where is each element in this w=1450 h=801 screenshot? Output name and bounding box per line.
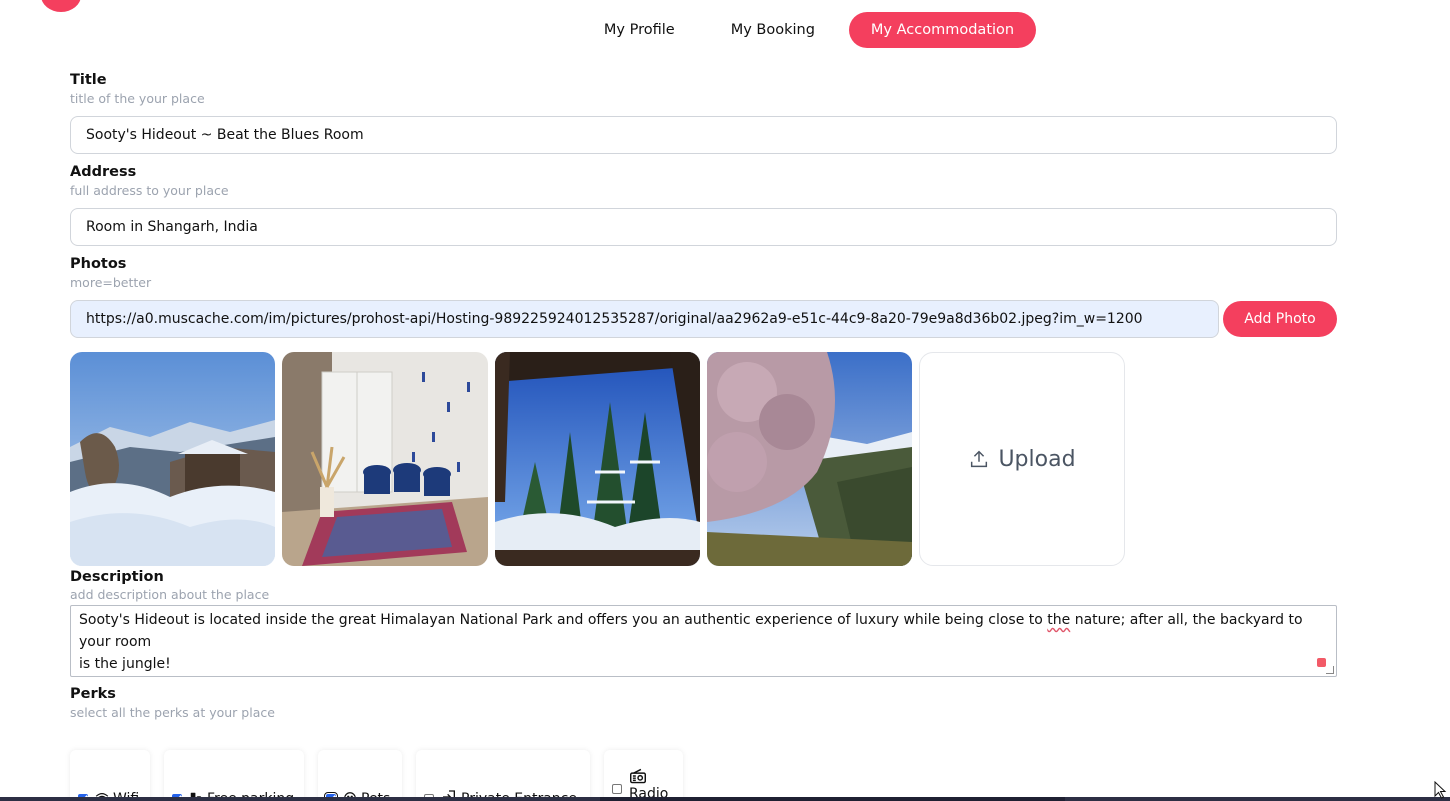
tab-my-accommodation[interactable]: My Accommodation [848,12,1037,48]
upload-photo-button[interactable]: Upload [919,352,1125,566]
perk-free-parking[interactable]: Free parking [164,750,304,801]
title-input[interactable]: Sooty's Hideout ~ Beat the Blues Room [70,116,1337,154]
photos-heading: Photos [70,256,127,272]
snowy-hut-photo [70,352,275,566]
description-hint: add description about the place [70,587,270,602]
tab-my-profile[interactable]: My Profile [582,12,697,48]
address-input[interactable]: Room in Shangarh, India [70,208,1337,246]
photo-link-input[interactable]: https://a0.muscache.com/im/pictures/proh… [70,300,1219,338]
address-heading: Address [70,164,137,180]
upload-label: Upload [998,446,1076,472]
scrollbar-thumb[interactable] [600,797,1065,801]
mouse-cursor-icon [1434,781,1447,799]
perk-pets[interactable]: Pets [318,750,402,801]
add-photo-button[interactable]: Add Photo [1223,301,1337,337]
description-heading: Description [70,569,164,585]
room-interior-photo [282,352,488,566]
description-text: Sooty's Hideout is located inside the gr… [79,612,1048,628]
grammar-check-icon[interactable] [1317,658,1326,667]
perk-private-entrance[interactable]: Private Entrance [416,750,590,801]
radio-icon [630,768,646,784]
horizontal-scrollbar[interactable] [0,797,1450,801]
spellcheck-word: the [1047,612,1071,628]
upload-icon [971,450,988,468]
address-hint: full address to your place [70,183,229,198]
photo-thumbnail[interactable] [495,352,700,566]
photo-thumbnail[interactable] [70,352,275,566]
perks-hint: select all the perks at your place [70,705,275,720]
brand-logo[interactable] [41,0,81,12]
photos-hint: more=better [70,275,152,290]
perk-radio[interactable]: Radio [604,750,683,801]
tab-my-booking[interactable]: My Booking [709,12,837,48]
title-heading: Title [70,72,107,88]
photo-thumbnail[interactable] [282,352,488,566]
account-nav: My Profile My Booking My Accommodation [0,12,1450,48]
description-text-line2: is the jungle! [79,656,171,672]
perks-list: Wifi Free parking Pets Private Entrance … [70,750,683,801]
description-textarea[interactable]: Sooty's Hideout is located inside the gr… [70,605,1337,677]
photo-thumbnail[interactable] [707,352,912,566]
perk-checkbox[interactable] [612,784,622,794]
title-hint: title of the your place [70,91,205,106]
blossom-valley-photo [707,352,912,566]
resize-handle[interactable] [1326,666,1334,674]
perks-heading: Perks [70,686,116,702]
perk-wifi[interactable]: Wifi [70,750,150,801]
snowy-pines-photo [495,352,700,566]
